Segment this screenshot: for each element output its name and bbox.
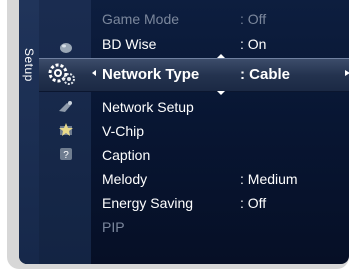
scroll-down-icon[interactable] <box>217 91 225 95</box>
support-icon[interactable]: ? <box>57 146 75 162</box>
setup-tab[interactable]: Setup <box>19 0 40 264</box>
menu-item-label: Caption <box>102 147 151 163</box>
setup-gear-icon[interactable] <box>47 61 77 87</box>
left-arrow-icon[interactable] <box>92 70 96 76</box>
menu-item-label: Network Type <box>102 66 200 83</box>
menu-item-value: : Off <box>240 195 267 211</box>
picture-icon[interactable] <box>57 40 75 56</box>
menu-item-v-chip[interactable]: V-Chip <box>102 123 144 139</box>
menu-item-bd-wise[interactable]: BD Wise : On <box>102 36 266 52</box>
menu-item-network-type[interactable]: Network Type : Cable <box>102 66 290 83</box>
menu-item-game-mode: Game Mode : Off <box>102 11 266 27</box>
scroll-up-icon[interactable] <box>217 54 225 58</box>
input-icon[interactable] <box>57 122 75 138</box>
menu-item-network-setup[interactable]: Network Setup <box>102 99 194 115</box>
menu-item-label: BD Wise <box>102 36 157 52</box>
menu-item-label: Game Mode <box>102 11 180 27</box>
menu-item-pip: PIP <box>102 219 125 235</box>
menu-item-caption[interactable]: Caption <box>102 147 150 163</box>
setup-tab-label: Setup <box>22 48 36 82</box>
menu-item-value: : Medium <box>240 171 298 187</box>
menu-item-value: : On <box>240 36 267 52</box>
channel-icon[interactable] <box>57 99 75 115</box>
tv-frame: Setup ? Game Mode: Off BD Wise: On Net… <box>7 0 350 269</box>
menu-item-label: PIP <box>102 219 125 235</box>
menu-item-energy-saving[interactable]: Energy Saving : Off <box>102 195 266 211</box>
menu-item-value: : Off <box>240 11 267 27</box>
menu-item-label: Network Setup <box>102 99 194 115</box>
menu-item-label: V-Chip <box>102 123 145 139</box>
category-icon-column: ? <box>39 0 91 264</box>
menu-item-label: Melody <box>102 171 148 187</box>
right-arrow-icon[interactable] <box>345 70 350 76</box>
menu-screen: Setup ? <box>19 0 349 264</box>
svg-text:?: ? <box>63 150 69 161</box>
menu-item-label: Energy Saving <box>102 195 194 211</box>
menu-item-melody[interactable]: Melody : Medium <box>102 171 298 187</box>
menu-item-value: : Cable <box>240 66 291 83</box>
